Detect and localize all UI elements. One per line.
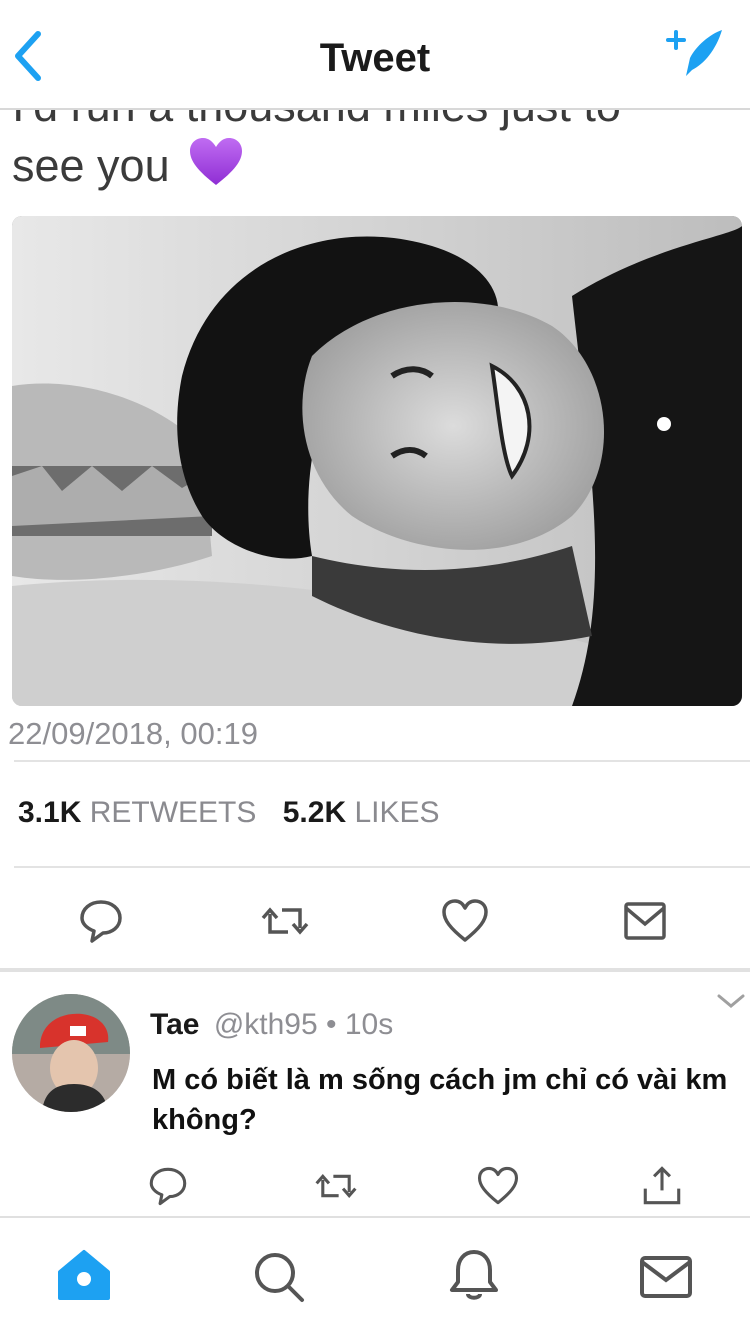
share-icon	[643, 1166, 681, 1205]
speech-bubble-icon	[149, 1167, 187, 1206]
tab-search[interactable]	[248, 1246, 308, 1306]
divider	[14, 760, 750, 762]
reply-button[interactable]	[76, 896, 126, 946]
reply-like-button[interactable]	[476, 1164, 520, 1208]
top-nav-bar: Tweet	[0, 0, 750, 110]
retweet-button[interactable]	[260, 896, 310, 946]
retweet-icon	[315, 1173, 357, 1199]
purple-heart-emoji-icon	[188, 137, 244, 187]
reply-text: M có biết là m sống cách jm chỉ có vài k…	[152, 1064, 728, 1136]
bell-icon	[450, 1250, 498, 1300]
tweet-stats: 3.1K RETWEETS 5.2K LIKES	[18, 796, 458, 830]
tweet-text-visible: see you	[12, 140, 170, 191]
avatar[interactable]	[12, 994, 130, 1112]
retweets-count[interactable]: 3.1K	[18, 796, 81, 829]
chevron-down-icon	[717, 994, 745, 1008]
compose-feather-icon	[666, 30, 722, 76]
like-button[interactable]	[440, 896, 490, 946]
reply-options-button[interactable]	[716, 990, 746, 1012]
tab-messages[interactable]	[636, 1246, 696, 1306]
bottom-tab-bar	[0, 1216, 750, 1334]
envelope-icon	[624, 902, 666, 940]
reply-actions	[0, 1164, 750, 1214]
heart-icon	[442, 899, 488, 942]
tweet-photo[interactable]	[12, 216, 742, 706]
page-title: Tweet	[319, 36, 431, 80]
section-separator	[0, 968, 750, 972]
likes-count[interactable]: 5.2K	[283, 796, 346, 829]
reply-retweet-button[interactable]	[314, 1164, 358, 1208]
tab-home[interactable]	[54, 1246, 114, 1306]
reply-share-button[interactable]	[640, 1164, 684, 1208]
reply-author-meta: @kth95 • 10s	[213, 1008, 394, 1041]
compose-button[interactable]	[664, 28, 728, 80]
direct-message-button[interactable]	[620, 896, 670, 946]
retweet-icon	[261, 907, 309, 935]
divider	[14, 866, 750, 868]
home-icon	[58, 1250, 110, 1300]
search-icon	[255, 1253, 304, 1302]
retweets-label[interactable]: RETWEETS	[90, 796, 257, 829]
reply-header: Tae @kth95 • 10s	[150, 1008, 393, 1042]
likes-label[interactable]: LIKES	[354, 796, 439, 829]
envelope-icon	[640, 1256, 692, 1298]
speech-bubble-icon	[80, 900, 122, 943]
heart-icon	[477, 1166, 519, 1205]
tweet-timestamp: 22/09/2018, 00:19	[8, 716, 258, 751]
tweet-actions	[0, 880, 750, 960]
reply-author-name[interactable]: Tae	[150, 1008, 199, 1041]
reply-reply-button[interactable]	[146, 1164, 190, 1208]
tab-notifications[interactable]	[444, 1246, 504, 1306]
